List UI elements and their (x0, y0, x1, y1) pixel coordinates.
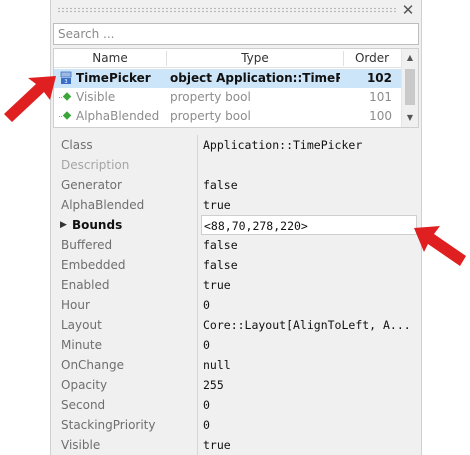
property-value[interactable]: false (201, 255, 417, 275)
list-header: Name Type Order (54, 49, 402, 68)
row-type: object Application::TimePicker (170, 71, 340, 85)
object-icon: 3 (58, 69, 74, 88)
property-name: Bounds (72, 218, 123, 232)
property-name: Second (61, 398, 106, 412)
property-name: Description (61, 158, 130, 172)
property-name: Hour (61, 298, 90, 312)
property-value[interactable]: 0 (201, 335, 417, 355)
property-grid: Class Application::TimePicker Descriptio… (51, 135, 421, 455)
property-row-alphablended[interactable]: AlphaBlended true (51, 195, 423, 215)
property-row-bounds[interactable]: ▶ Bounds <88,70,278,220> (51, 215, 423, 235)
property-icon (58, 88, 74, 107)
list-scrollbar[interactable]: ▲ ▼ (401, 49, 418, 127)
property-name: StackingPriority (61, 418, 156, 432)
property-value[interactable]: true (201, 275, 417, 295)
svg-text:3: 3 (64, 79, 67, 85)
property-name: Embedded (61, 258, 126, 272)
list-row-timepicker[interactable]: 3 TimePicker object Application::TimePic… (54, 69, 402, 88)
property-name: Generator (61, 178, 122, 192)
drag-grip[interactable] (57, 7, 397, 13)
property-name: OnChange (61, 358, 124, 372)
property-row-generator[interactable]: Generator false (51, 175, 423, 195)
property-row-second[interactable]: Second 0 (51, 395, 423, 415)
property-row-class[interactable]: Class Application::TimePicker (51, 135, 423, 155)
row-order: 100 (369, 109, 392, 123)
bounds-value-field[interactable]: <88,70,278,220> (201, 215, 417, 235)
property-row-onchange[interactable]: OnChange null (51, 355, 423, 375)
property-row-layout[interactable]: Layout Core::Layout[AlignToLeft, A... (51, 315, 423, 335)
row-name: TimePicker (76, 71, 151, 85)
property-row-opacity[interactable]: Opacity 255 (51, 375, 423, 395)
property-value[interactable]: false (201, 235, 417, 255)
property-row-hour[interactable]: Hour 0 (51, 295, 423, 315)
property-value[interactable] (201, 155, 417, 175)
property-row-minute[interactable]: Minute 0 (51, 335, 423, 355)
panel-titlebar[interactable]: ✕ (51, 0, 421, 20)
row-type: property bool (170, 109, 251, 123)
list-row-alphablended[interactable]: AlphaBlended property bool 100 (54, 107, 402, 126)
column-header-order[interactable]: Order (344, 49, 400, 68)
property-name: Buffered (61, 238, 113, 252)
property-name: Layout (61, 318, 102, 332)
inspector-panel: ✕ Name Type Order 3 TimePicker object Ap… (50, 0, 422, 455)
column-header-type[interactable]: Type (167, 49, 343, 68)
property-row-embedded[interactable]: Embedded false (51, 255, 423, 275)
property-value[interactable]: 0 (201, 395, 417, 415)
property-value[interactable]: 0 (201, 415, 417, 435)
property-row-description[interactable]: Description (51, 155, 423, 175)
property-name: Class (61, 138, 93, 152)
property-name: AlphaBlended (61, 198, 145, 212)
list-row-visible[interactable]: Visible property bool 101 (54, 88, 402, 107)
row-order: 101 (369, 90, 392, 104)
scroll-down-icon[interactable]: ▼ (402, 110, 418, 126)
row-name: AlphaBlended (76, 109, 160, 123)
property-icon (58, 107, 74, 126)
close-icon[interactable]: ✕ (399, 1, 417, 19)
property-value[interactable]: 255 (201, 375, 417, 395)
property-row-enabled[interactable]: Enabled true (51, 275, 423, 295)
property-row-visible[interactable]: Visible true (51, 435, 423, 455)
property-value[interactable]: true (201, 195, 417, 215)
property-value[interactable]: false (201, 175, 417, 195)
search-input[interactable] (54, 24, 418, 44)
members-list: Name Type Order 3 TimePicker object Appl… (53, 48, 419, 128)
property-row-stackingpriority[interactable]: StackingPriority 0 (51, 415, 423, 435)
property-row-buffered[interactable]: Buffered false (51, 235, 423, 255)
property-value[interactable]: true (201, 435, 417, 455)
expand-arrow-icon[interactable]: ▶ (60, 215, 70, 235)
column-header-name[interactable]: Name (54, 49, 166, 68)
property-value[interactable]: null (201, 355, 417, 375)
property-name: Opacity (61, 378, 108, 392)
scroll-up-icon[interactable]: ▲ (402, 50, 418, 66)
row-name: Visible (76, 90, 116, 104)
property-value[interactable]: 0 (201, 295, 417, 315)
row-type: property bool (170, 90, 251, 104)
property-name: Enabled (61, 278, 110, 292)
property-name: Visible (61, 438, 101, 452)
search-box[interactable] (53, 23, 419, 45)
scrollbar-thumb[interactable] (405, 69, 415, 105)
row-order: 102 (366, 71, 392, 85)
property-value: Application::TimePicker (203, 138, 363, 152)
property-value[interactable]: Core::Layout[AlignToLeft, A... (201, 315, 417, 335)
property-name: Minute (61, 338, 102, 352)
